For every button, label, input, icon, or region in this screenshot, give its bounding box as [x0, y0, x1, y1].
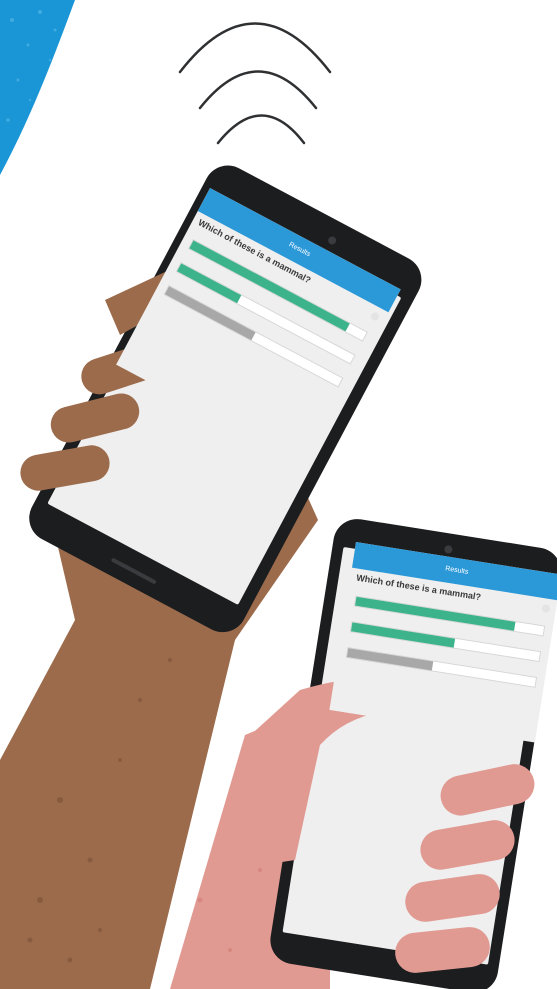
illustration-scene [0, 0, 557, 989]
left-menu-dot-icon[interactable] [369, 311, 381, 322]
right-phone-screen: Results Which of these is a mammal? [329, 542, 557, 743]
blue-splash-shape [0, 0, 75, 175]
signal-waves-icon [178, 22, 332, 145]
right-menu-dot-icon[interactable] [541, 603, 551, 614]
